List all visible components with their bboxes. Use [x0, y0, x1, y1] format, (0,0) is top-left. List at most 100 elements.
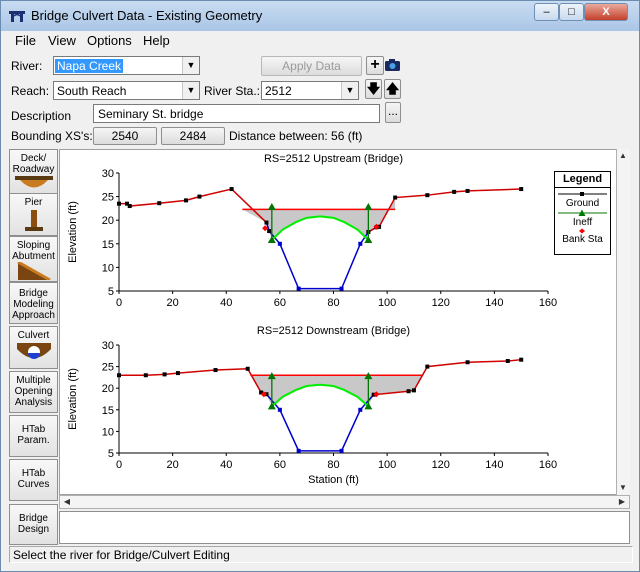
panel1-ground-point: [406, 389, 411, 394]
panel1-ground-point: [277, 407, 282, 412]
pier-button[interactable]: Pier: [9, 193, 58, 236]
legend-ineff-label: Ineff: [572, 217, 593, 228]
apply-data-button[interactable]: Apply Data: [261, 56, 362, 76]
panel1-y-tick-label: 20: [102, 383, 114, 395]
panel0-ground-point: [519, 187, 524, 192]
bridge-design-label: Bridge Design: [17, 513, 50, 535]
scroll-right-icon[interactable]: ▶: [616, 496, 628, 508]
panel0-ground-point: [197, 194, 202, 199]
htab-param-label: HTab Param.: [17, 424, 50, 446]
river-label: River:: [11, 59, 43, 73]
panel0-ground-point: [296, 286, 301, 291]
maximize-button[interactable]: □: [559, 3, 584, 21]
panel0-x-tick-label: 160: [539, 297, 557, 309]
description-browse-button[interactable]: ...: [385, 102, 401, 123]
chevron-down-icon: ▼: [341, 82, 358, 99]
river-value: Napa Creek: [55, 59, 124, 73]
panel1-ground-point: [339, 448, 344, 453]
multiple-opening-analysis-label: Multiple Opening Analysis: [14, 375, 53, 408]
panel0-ineff-marker: [267, 202, 276, 210]
multiple-opening-analysis-button[interactable]: Multiple Opening Analysis: [9, 371, 58, 413]
panel0-ground-point: [157, 201, 162, 206]
distance-between-text: Distance between: 56 (ft): [229, 129, 363, 143]
river-sta-value: 2512: [265, 84, 292, 98]
panel0-y-tick-label: 25: [102, 192, 114, 204]
add-icon[interactable]: +: [366, 56, 384, 75]
river-select[interactable]: Napa Creek ▼: [53, 56, 200, 75]
camera-icon[interactable]: [384, 58, 401, 72]
culvert-button[interactable]: Culvert: [9, 326, 58, 369]
legend-ineff-swatch: [558, 209, 607, 216]
sloping-abutment-button[interactable]: Sloping Abutment: [9, 236, 58, 282]
pier-label: Pier: [24, 197, 43, 208]
arrow-up-icon[interactable]: 🡅: [384, 79, 401, 99]
panel0-x-tick-label: 60: [274, 297, 286, 309]
legend-ground-swatch: [558, 192, 607, 196]
panel0-ground-point: [277, 241, 282, 246]
legend-ground-label: Ground: [565, 198, 600, 209]
panel1-ground-point: [117, 373, 121, 378]
bridge-modeling-approach-button[interactable]: Bridge Modeling Approach: [9, 282, 58, 324]
panel0-y-axis-label: Elevation (ft): [67, 201, 79, 263]
bridge-culvert-window: Bridge Culvert Data - Existing Geometry …: [0, 0, 640, 572]
panel1-ground-point: [296, 448, 301, 453]
panel1-ground-point: [213, 368, 218, 373]
panel0-ground-point: [465, 188, 470, 193]
panel0-x-tick-label: 140: [485, 297, 503, 309]
panel1-x-tick-label: 80: [327, 459, 339, 471]
app-bridge-icon: [9, 11, 25, 22]
scroll-up-icon[interactable]: ▲: [617, 150, 629, 162]
panel0-y-tick-label: 20: [102, 215, 114, 227]
description-input[interactable]: Seminary St. bridge: [93, 104, 380, 123]
bounding-xs-label: Bounding XS's:: [11, 129, 93, 143]
panel1-x-tick-label: 120: [432, 459, 450, 471]
panel0-x-tick-label: 40: [220, 297, 232, 309]
panel1-ground-point: [505, 358, 510, 363]
cross-section-plots: RS=2512 Upstream (Bridge) 5 10 15 20 25 30 0 20 4…: [67, 153, 557, 486]
htab-param-button[interactable]: HTab Param.: [9, 415, 58, 457]
vertical-scrollbar[interactable]: ▲ ▼: [616, 149, 630, 495]
menu-view[interactable]: View: [48, 33, 76, 48]
minimize-button[interactable]: –: [534, 3, 559, 21]
menu-bar: File View Options Help: [1, 31, 639, 51]
pier-icon: [24, 210, 43, 231]
scroll-left-icon[interactable]: ◀: [61, 496, 73, 508]
title-bar: Bridge Culvert Data - Existing Geometry …: [1, 1, 639, 32]
culvert-icon: [16, 343, 51, 359]
menu-file[interactable]: File: [15, 33, 36, 48]
panel0-ground-point: [393, 195, 398, 200]
reach-value: South Reach: [57, 84, 127, 98]
arrow-down-icon[interactable]: 🡇: [365, 79, 382, 99]
horizontal-scrollbar[interactable]: ◀ ▶: [59, 495, 630, 509]
bridge-design-button[interactable]: Bridge Design: [9, 504, 58, 545]
panel0-ground-right-line: [367, 188, 522, 233]
close-button[interactable]: X: [584, 3, 628, 21]
menu-options[interactable]: Options: [87, 33, 132, 48]
bounding-upstream-button[interactable]: 2540: [93, 127, 157, 145]
reach-select[interactable]: South Reach ▼: [53, 81, 200, 100]
panel1-x-tick-label: 0: [116, 459, 122, 471]
notes-panel[interactable]: [59, 511, 630, 544]
htab-curves-button[interactable]: HTab Curves: [9, 459, 58, 501]
chevron-down-icon: ▼: [182, 82, 199, 99]
panel0-ground-point: [452, 189, 457, 194]
panel0-ground-point: [264, 220, 269, 225]
panel0-x-tick-label: 100: [378, 297, 396, 309]
panel1-y-tick-label: 10: [102, 426, 114, 438]
panel0-ground-point: [117, 201, 121, 206]
menu-help[interactable]: Help: [143, 33, 170, 48]
panel1-x-tick-label: 160: [539, 459, 557, 471]
panel1-y-axis-label: Elevation (ft): [67, 368, 79, 430]
legend-box: Legend Ground Ineff Bank Sta: [554, 171, 611, 255]
panel0-ineff-marker: [364, 202, 373, 210]
plot-area: RS=2512 Upstream (Bridge) 5 10 15 20 25 30 0 20 4…: [59, 149, 630, 495]
bounding-downstream-button[interactable]: 2484: [161, 127, 225, 145]
deck-roadway-label: Deck/ Roadway: [12, 153, 55, 175]
panel0-y-tick-label: 10: [102, 262, 114, 274]
deck-roadway-button[interactable]: Deck/ Roadway: [9, 149, 58, 194]
river-sta-select[interactable]: 2512 ▼: [261, 81, 359, 100]
panel1-x-axis-label: Station (ft): [308, 474, 359, 486]
panel0-ground-point: [267, 229, 272, 234]
panel1-y-tick-label: 15: [102, 405, 114, 417]
scroll-down-icon[interactable]: ▼: [617, 482, 629, 494]
